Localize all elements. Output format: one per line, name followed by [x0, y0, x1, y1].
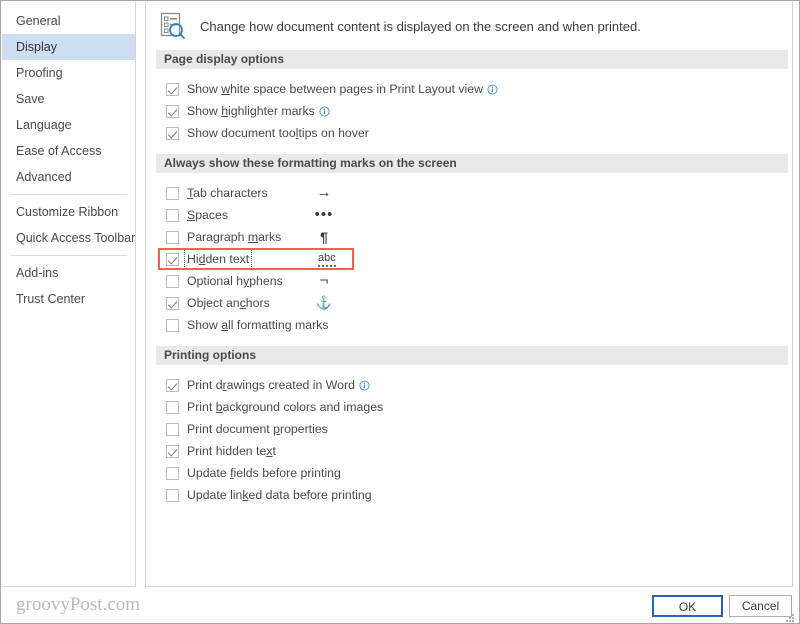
option-label-print-drawings-created-in-word[interactable]: Print drawings created in Word [187, 378, 355, 392]
option-row-object-anchors[interactable]: Object anchors ⚓ [146, 292, 792, 314]
object-anchor-glyph: ⚓ [315, 295, 333, 310]
option-row-print-hidden-text[interactable]: Print hidden text [146, 440, 792, 462]
grip-dot [789, 620, 791, 622]
option-label-show-document-tooltips-on-hover[interactable]: Show document tooltips on hover [187, 126, 369, 140]
optional-hyphen-glyph: ¬ [319, 272, 329, 289]
option-label-optional-hyphens[interactable]: Optional hyphens [187, 274, 283, 288]
sidebar-item-language[interactable]: Language [2, 112, 135, 138]
option-label-update-fields-before-printing[interactable]: Update fields before printing [187, 466, 341, 480]
grip-dot [792, 614, 794, 616]
option-row-tab-characters[interactable]: Tab characters → [146, 182, 792, 204]
sidebar-separator [10, 255, 127, 256]
sidebar-separator [10, 194, 127, 195]
sidebar-item-customize-ribbon[interactable]: Customize Ribbon [2, 199, 135, 225]
panel-description: Change how document content is displayed… [200, 18, 641, 34]
option-label-show-highlighter-marks[interactable]: Show highlighter marks [187, 104, 315, 118]
section-title-formatting-marks: Always show these formatting marks on th… [156, 154, 788, 173]
checkbox-object-anchors[interactable] [166, 296, 179, 310]
cancel-button[interactable]: Cancel [729, 595, 792, 617]
option-label-tab-characters[interactable]: Tab characters [187, 186, 268, 200]
hidden-text-abc-glyph: abc [318, 252, 336, 267]
section-body-formatting-marks: Tab characters → Spaces ••• Paragraph marks ¶… [146, 173, 792, 346]
info-icon[interactable] [319, 105, 330, 117]
section-title-page-display-options: Page display options [156, 50, 788, 69]
display-options-panel: Change how document content is displayed… [145, 2, 793, 587]
checkbox-show-white-space-between-pages-in-print-layout-view[interactable] [166, 82, 179, 96]
sidebar-item-add-ins[interactable]: Add-ins [2, 260, 135, 286]
option-label-print-document-properties[interactable]: Print document properties [187, 422, 328, 436]
checkbox-show-all-formatting-marks[interactable] [166, 318, 179, 332]
option-label-show-all-formatting-marks[interactable]: Show all formatting marks [187, 318, 328, 332]
option-row-spaces[interactable]: Spaces ••• [146, 204, 792, 226]
checkbox-show-document-tooltips-on-hover[interactable] [166, 126, 179, 140]
checkbox-update-fields-before-printing[interactable] [166, 466, 179, 480]
category-sidebar: General Display Proofing Save Language Ease o… [2, 2, 136, 587]
sidebar-item-proofing[interactable]: Proofing [2, 60, 135, 86]
pilcrow-glyph: ¶ [320, 229, 328, 245]
tab-arrow-glyph: → [316, 184, 332, 201]
checkbox-update-linked-data-before-printing[interactable] [166, 488, 179, 502]
sidebar-item-display[interactable]: Display [2, 34, 135, 60]
site-watermark: groovyPost.com [16, 594, 141, 615]
option-row-show-document-tooltips-on-hover[interactable]: Show document tooltips on hover [146, 122, 792, 144]
option-row-show-highlighter-marks[interactable]: Show highlighter marks [146, 100, 792, 122]
checkbox-tab-characters[interactable] [166, 186, 179, 200]
option-label-spaces[interactable]: Spaces [187, 208, 228, 222]
option-label-print-hidden-text[interactable]: Print hidden text [187, 444, 276, 458]
option-row-show-white-space-between-pages-in-print-layout-view[interactable]: Show white space between pages in Print … [146, 78, 792, 100]
option-label-object-anchors[interactable]: Object anchors [187, 296, 270, 310]
document-search-icon [160, 12, 186, 40]
checkbox-spaces[interactable] [166, 208, 179, 222]
option-row-update-fields-before-printing[interactable]: Update fields before printing [146, 462, 792, 484]
grip-dot [786, 620, 788, 622]
option-row-hidden-text[interactable]: Hidden text abc [146, 248, 792, 270]
checkbox-print-background-colors-and-images[interactable] [166, 400, 179, 414]
option-row-print-drawings-created-in-word[interactable]: Print drawings created in Word [146, 374, 792, 396]
option-label-print-background-colors-and-images[interactable]: Print background colors and images [187, 400, 383, 414]
checkbox-print-hidden-text[interactable] [166, 444, 179, 458]
option-row-update-linked-data-before-printing[interactable]: Update linked data before printing [146, 484, 792, 506]
checkbox-hidden-text[interactable] [166, 252, 179, 266]
sidebar-item-advanced[interactable]: Advanced [2, 164, 135, 190]
section-body-printing-options: Print drawings created in Word Print back… [146, 365, 792, 516]
checkbox-show-highlighter-marks[interactable] [166, 104, 179, 118]
dialog-footer: groovyPost.com OK Cancel [2, 588, 800, 624]
option-row-show-all-formatting-marks[interactable]: Show all formatting marks [146, 314, 792, 336]
sidebar-item-quick-access-toolbar[interactable]: Quick Access Toolbar [2, 225, 135, 251]
option-label-hidden-text[interactable]: Hidden text [183, 249, 253, 269]
grip-dot [792, 617, 794, 619]
checkbox-paragraph-marks[interactable] [166, 230, 179, 244]
panel-header: Change how document content is displayed… [146, 2, 792, 50]
space-dots-glyph: ••• [314, 206, 334, 223]
option-row-print-document-properties[interactable]: Print document properties [146, 418, 792, 440]
sidebar-item-save[interactable]: Save [2, 86, 135, 112]
option-label-paragraph-marks[interactable]: Paragraph marks [187, 230, 281, 244]
info-icon[interactable] [359, 379, 370, 391]
word-options-dialog: General Display Proofing Save Language Ease o… [0, 0, 800, 624]
grip-dot [789, 617, 791, 619]
checkbox-optional-hyphens[interactable] [166, 274, 179, 288]
option-label-update-linked-data-before-printing[interactable]: Update linked data before printing [187, 488, 372, 502]
option-row-print-background-colors-and-images[interactable]: Print background colors and images [146, 396, 792, 418]
checkbox-print-document-properties[interactable] [166, 422, 179, 436]
section-body-page-display-options: Show white space between pages in Print … [146, 69, 792, 154]
info-icon[interactable] [487, 83, 498, 95]
sidebar-item-general[interactable]: General [2, 8, 135, 34]
option-row-optional-hyphens[interactable]: Optional hyphens ¬ [146, 270, 792, 292]
ok-button[interactable]: OK [652, 595, 723, 617]
option-row-paragraph-marks[interactable]: Paragraph marks ¶ [146, 226, 792, 248]
section-title-printing-options: Printing options [156, 346, 788, 365]
resize-grip[interactable] [786, 614, 796, 624]
grip-dot [792, 620, 794, 622]
sidebar-item-ease-of-access[interactable]: Ease of Access [2, 138, 135, 164]
checkbox-print-drawings-created-in-word[interactable] [166, 378, 179, 392]
option-label-show-white-space-between-pages-in-print-layout-view[interactable]: Show white space between pages in Print … [187, 82, 483, 96]
sections-container: Page display options Show white space bet… [146, 50, 792, 516]
sidebar-item-trust-center[interactable]: Trust Center [2, 286, 135, 312]
